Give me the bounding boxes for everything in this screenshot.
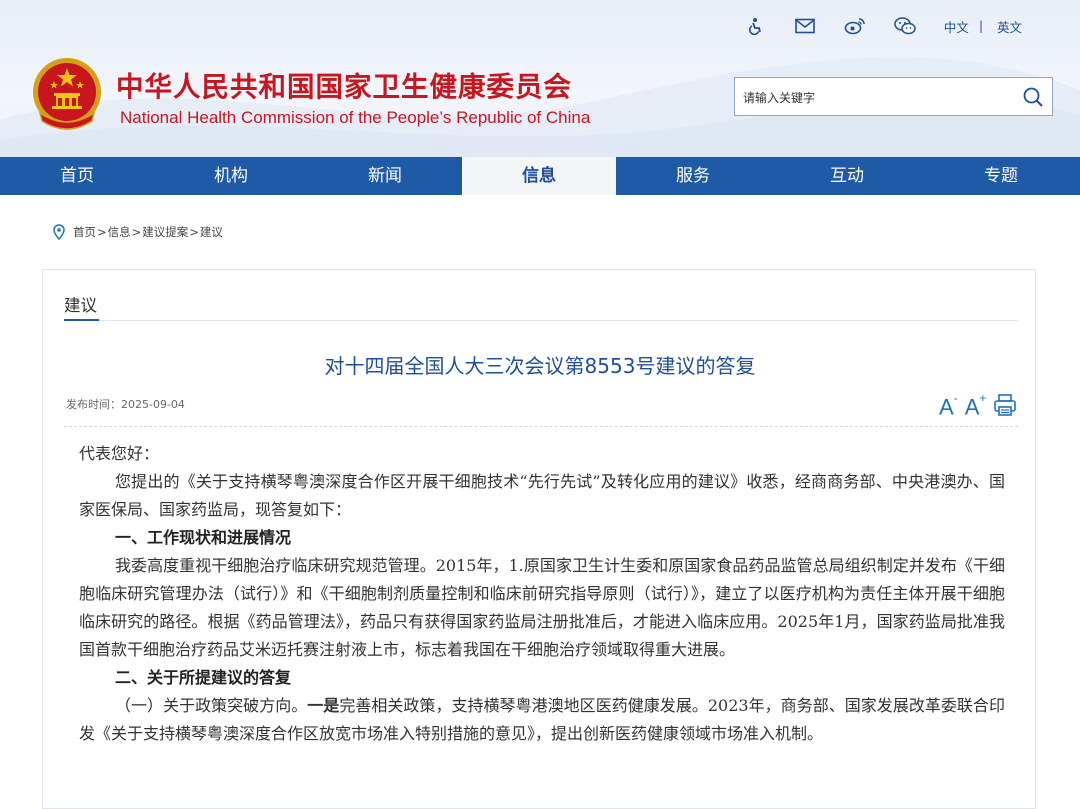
paragraph-policy: （一）关于政策突破方向。一是完善相关政策，支持横琴粤港澳地区医药健康发展。202… — [79, 692, 1005, 748]
search-box — [734, 77, 1053, 117]
policy-first-point: 一是 — [307, 696, 340, 715]
site-header: 中文 | 英文 中华人民共和国国家卫生健康委员会 National Health… — [0, 0, 1080, 157]
location-pin-icon — [53, 224, 65, 240]
font-increase-label: A — [964, 394, 980, 420]
font-increase-button[interactable]: A+ — [965, 387, 987, 422]
top-links: 中文 | 英文 — [730, 14, 1022, 38]
policy-lead: （一）关于政策突破方向。 — [115, 696, 308, 715]
greeting: 代表您好： — [79, 444, 160, 463]
document-title: 对十四届全国人大三次会议第8553号建议的答复 — [324, 354, 756, 378]
wechat-icon[interactable] — [894, 15, 916, 37]
breadcrumb-separator: > — [189, 225, 199, 239]
breadcrumb-separator: > — [97, 225, 107, 239]
publish-date: 发布时间：2025-09-04 — [66, 396, 185, 412]
org-name-chinese: 中华人民共和国国家卫生健康委员会 — [116, 71, 572, 103]
search-icon[interactable] — [1022, 86, 1044, 108]
section-divider — [64, 320, 1018, 321]
mail-icon[interactable] — [794, 15, 816, 37]
nav-item-home[interactable]: 首页 — [0, 157, 154, 195]
search-input[interactable] — [741, 78, 1015, 117]
font-decrease-button[interactable]: A- — [939, 387, 958, 422]
national-emblem-logo — [33, 58, 101, 130]
breadcrumb-home[interactable]: 首页 — [73, 224, 96, 240]
heading-status: 一、工作现状和进展情况 — [115, 528, 292, 547]
font-decrease-sup: - — [953, 391, 958, 406]
nav-item-information[interactable]: 信息 — [462, 157, 616, 195]
section-title: 建议 — [64, 296, 97, 315]
nav-item-news[interactable]: 新闻 — [308, 157, 462, 195]
breadcrumb-proposals[interactable]: 建议提案 — [142, 224, 188, 240]
font-increase-sup: + — [979, 391, 987, 406]
article-body: 代表您好： 您提出的《关于支持横琴粤澳深度合作区开展干细胞技术“先行先试”及转化… — [79, 440, 1005, 748]
weibo-icon[interactable] — [844, 15, 866, 37]
title-divider — [64, 426, 1018, 427]
print-icon[interactable] — [993, 393, 1017, 417]
lang-english-link[interactable]: 英文 — [997, 17, 1022, 36]
breadcrumb: 首页 > 信息 > 建议提案 > 建议 — [52, 223, 223, 241]
breadcrumb-suggestions[interactable]: 建议 — [200, 224, 223, 240]
org-name-english: National Health Commission of the People… — [120, 108, 591, 127]
paragraph-status: 我委高度重视干细胞治疗临床研究规范管理。2015年，1.原国家卫生计生委和原国家… — [79, 556, 1005, 659]
publish-date-label: 发布时间： — [66, 398, 121, 411]
nav-item-organization[interactable]: 机构 — [154, 157, 308, 195]
accessibility-icon[interactable] — [744, 15, 766, 37]
nav-item-interaction[interactable]: 互动 — [770, 157, 924, 195]
lang-separator: | — [978, 19, 983, 33]
lang-chinese-link[interactable]: 中文 — [944, 17, 969, 36]
nav-item-topics[interactable]: 专题 — [924, 157, 1078, 195]
font-decrease-label: A — [939, 394, 954, 420]
paragraph-intro: 您提出的《关于支持横琴粤澳深度合作区开展干细胞技术“先行先试”及转化应用的建议》… — [79, 472, 1005, 519]
publish-date-value: 2025-09-04 — [121, 398, 185, 411]
heading-reply: 二、关于所提建议的答复 — [115, 668, 292, 687]
article-tools: A- A+ — [939, 390, 1017, 420]
nav-item-services[interactable]: 服务 — [616, 157, 770, 195]
breadcrumb-separator: > — [131, 225, 142, 239]
main-nav: 首页 机构 新闻 信息 服务 互动 专题 — [0, 157, 1080, 195]
section-divider-accent — [64, 319, 99, 321]
breadcrumb-information[interactable]: 信息 — [108, 224, 131, 240]
